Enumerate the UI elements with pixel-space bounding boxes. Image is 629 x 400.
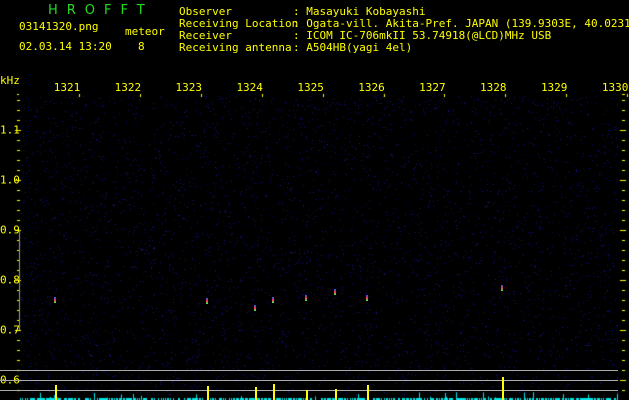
meteor-echo (271, 297, 274, 303)
meteor-echo (304, 295, 307, 301)
meteor-echo (53, 297, 56, 303)
meteor-bar (272, 384, 275, 400)
x-tick-label: 1329 (540, 81, 568, 94)
y-tick-label: 0.7 (0, 323, 20, 337)
info-label-antenna: Receiving antenna (179, 41, 292, 54)
x-tick-label: 1330 (601, 81, 629, 94)
y-tick-label: 1.1 (0, 123, 20, 137)
meteor-label: meteor (125, 25, 165, 38)
meteor-bar (501, 376, 504, 400)
y-tick-label: 0.9 (0, 223, 20, 237)
x-tick-label: 1325 (297, 81, 324, 94)
meteor-bar (305, 390, 308, 400)
y-tick-label: 1.0 (0, 173, 20, 187)
y-axis-unit: kHz (0, 74, 20, 87)
x-tick-label: 1322 (114, 81, 142, 94)
x-tick-label: 1327 (419, 81, 446, 94)
meteor-echo (206, 298, 209, 304)
datetime: 02.03.14 13:20 (19, 40, 112, 53)
meteor-bar (367, 385, 370, 400)
meteor-bar (207, 385, 210, 400)
file-name: 03141320.png (19, 20, 99, 33)
spectrogram (0, 0, 629, 400)
info-value-antenna: : A504HB(yagi 4el) (293, 41, 413, 54)
x-tick-label: 1323 (175, 81, 203, 94)
meteor-bar (334, 388, 337, 400)
x-tick-label: 1321 (53, 81, 81, 94)
guide-line (0, 370, 618, 371)
x-tick-label: 1326 (358, 81, 385, 94)
guide-line (0, 390, 618, 391)
y-tick-label: 0.8 (0, 273, 20, 287)
meteor-echo (254, 305, 257, 311)
app-title: HROFFT (48, 3, 154, 18)
meteor-bar (54, 385, 57, 400)
meteor-bar (255, 387, 258, 400)
guide-line (0, 380, 618, 381)
x-tick-label: 1324 (236, 81, 263, 94)
meteor-count: 8 (138, 40, 145, 53)
x-tick-label: 1328 (480, 81, 507, 94)
meteor-echo (366, 295, 369, 301)
meteor-echo (500, 285, 503, 291)
meteor-echo (333, 289, 336, 295)
